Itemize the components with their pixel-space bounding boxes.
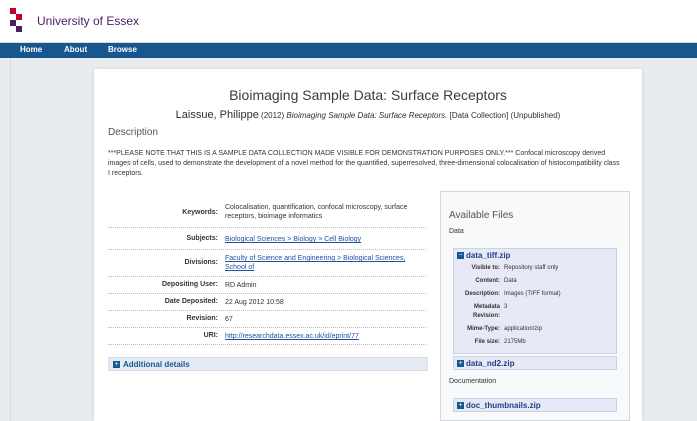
citation-type: [Data Collection] (Unpublished) <box>449 111 561 120</box>
expand-icon: + <box>113 361 120 368</box>
citation-year: (2012) <box>261 111 285 120</box>
file-field-key: Content: <box>475 278 500 284</box>
expand-icon[interactable]: + <box>457 402 464 409</box>
metadata-key: URI: <box>203 332 218 339</box>
file-field-value: Repository staff only <box>504 265 559 271</box>
nav-home[interactable]: Home <box>20 44 42 56</box>
metadata-row: URI: http://researchdata.essex.ac.uk/id/… <box>108 328 426 345</box>
division-link[interactable]: Faculty of Science and Engineering > Bio… <box>225 254 423 272</box>
metadata-key: Revision: <box>186 315 218 322</box>
file-field-value: Images (TIFF format) <box>504 291 561 297</box>
metadata-key: Divisions: <box>184 259 218 266</box>
file-link[interactable]: doc_thumbnails.zip <box>466 401 541 410</box>
data-section-label: Data <box>449 228 464 235</box>
expand-icon[interactable]: + <box>457 360 464 367</box>
main-navigation: Home About Browse <box>0 43 697 58</box>
metadata-key: Subjects: <box>186 235 218 242</box>
citation-author: Laissue, Philippe <box>175 109 259 121</box>
documentation-section-label: Documentation <box>449 378 497 385</box>
file-data-nd2: + data_nd2.zip <box>453 356 617 370</box>
nav-about[interactable]: About <box>64 44 87 56</box>
file-doc-thumbnails: + doc_thumbnails.zip <box>453 398 617 412</box>
description-heading: Description <box>108 127 159 138</box>
file-field-key: Metadata <box>473 304 500 310</box>
file-data-tiff: − data_tiff.zip Visible to: Repository s… <box>453 248 617 354</box>
file-field-key: Description: <box>464 291 500 297</box>
metadata-row: Revision: 67 <box>108 311 426 328</box>
file-field-key: Mime-Type: <box>467 326 500 332</box>
left-divider <box>10 58 11 421</box>
citation: Laissue, Philippe (2012) Bioimaging Samp… <box>94 109 642 121</box>
uri-link[interactable]: http://researchdata.essex.ac.uk/id/eprin… <box>225 332 423 341</box>
metadata-row: Subjects: Biological Sciences > Biology … <box>108 228 426 250</box>
metadata-row: Date Deposited: 22 Aug 2012 10:58 <box>108 294 426 311</box>
metadata-value: 67 <box>225 316 233 323</box>
collapse-icon[interactable]: − <box>457 252 464 259</box>
description-text: ***PLEASE NOTE THAT THIS IS A SAMPLE DAT… <box>108 150 620 177</box>
metadata-key: Depositing User: <box>161 281 218 288</box>
content-panel: Bioimaging Sample Data: Surface Receptor… <box>94 69 642 421</box>
additional-details-toggle[interactable]: + Additional details <box>108 357 428 371</box>
nav-browse[interactable]: Browse <box>108 44 137 56</box>
file-field-key: Revision: <box>472 313 500 319</box>
site-header: University of Essex <box>0 0 697 43</box>
file-field-key: File size: <box>474 339 500 345</box>
metadata-key: Date Deposited: <box>164 298 218 305</box>
file-field-key: Visible to: <box>471 265 500 271</box>
metadata-row: Keywords: Colocalisation, quantification… <box>108 200 426 228</box>
university-name[interactable]: University of Essex <box>37 14 139 28</box>
metadata-row: Divisions: Faculty of Science and Engine… <box>108 250 426 277</box>
metadata-key: Keywords: <box>182 209 218 216</box>
file-link[interactable]: data_tiff.zip <box>466 251 510 260</box>
file-field-value: application/zip <box>504 326 543 332</box>
available-files-panel: Available Files Data − data_tiff.zip Vis… <box>440 191 630 421</box>
metadata-value: RD Admin <box>225 282 257 289</box>
subject-link[interactable]: Biological Sciences > Biology > Cell Bio… <box>225 235 423 244</box>
metadata-value: 22 Aug 2012 10:58 <box>225 299 284 306</box>
available-files-heading: Available Files <box>449 210 514 221</box>
additional-details-label: Additional details <box>123 360 190 369</box>
file-link[interactable]: data_nd2.zip <box>466 359 514 368</box>
file-field-value: 3 <box>504 304 508 310</box>
citation-title: Bioimaging Sample Data: Surface Receptor… <box>286 111 448 120</box>
metadata-value: Colocalisation, quantification, confocal… <box>225 204 408 220</box>
file-field-value: 2175Mb <box>504 339 526 345</box>
metadata-row: Depositing User: RD Admin <box>108 277 426 294</box>
page-title: Bioimaging Sample Data: Surface Receptor… <box>229 87 507 103</box>
file-field-value: Data <box>504 278 517 284</box>
university-logo-icon[interactable] <box>10 8 34 32</box>
